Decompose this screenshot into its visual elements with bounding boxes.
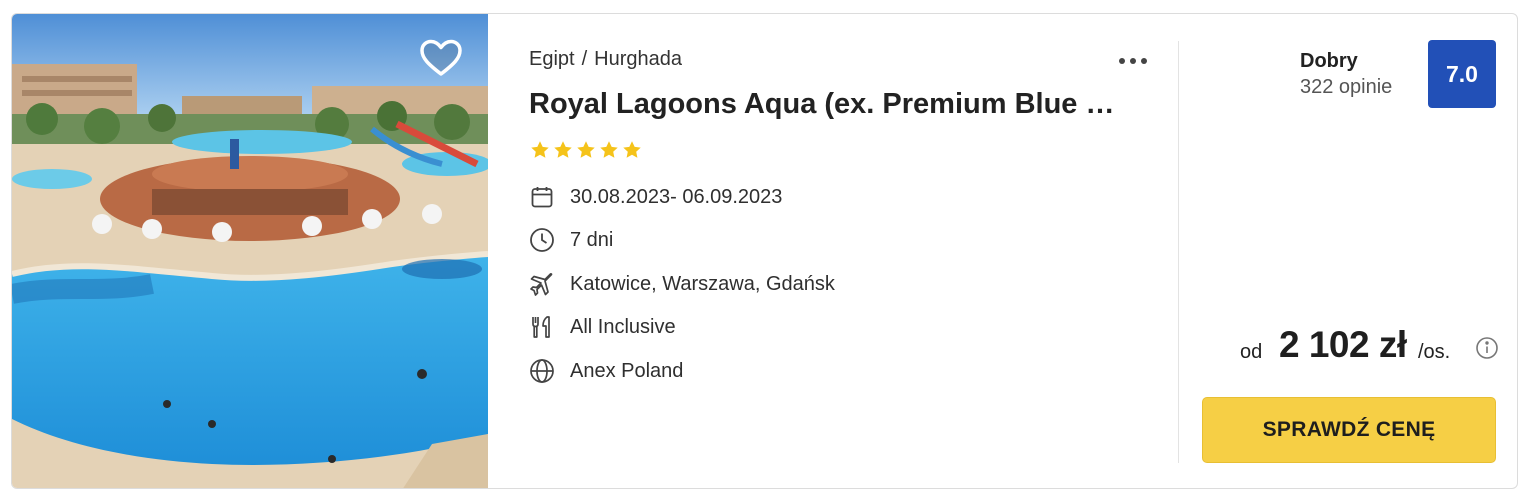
favorite-button[interactable] (418, 38, 464, 78)
info-icon (1476, 337, 1498, 359)
more-dots-icon (1141, 58, 1147, 64)
breadcrumb-city[interactable]: Hurghada (594, 48, 682, 70)
heart-icon (420, 39, 462, 76)
info-row-duration: 7 dni (529, 225, 613, 255)
hotel-photo-image (12, 14, 488, 488)
star-icon (600, 141, 618, 158)
star-icon (554, 141, 572, 158)
reviews-count[interactable]: 322 opinie (1300, 76, 1392, 99)
price-info-button[interactable] (1475, 336, 1499, 360)
more-options-button[interactable] (1115, 48, 1151, 72)
star-icon (623, 141, 641, 158)
info-text-board: All Inclusive (570, 315, 676, 338)
breadcrumb-country[interactable]: Egipt (529, 48, 575, 70)
info-row-board: All Inclusive (529, 312, 676, 342)
rating-score-badge: 7.0 (1428, 40, 1496, 108)
info-row-departure: Katowice, Warszawa, Gdańsk (529, 269, 835, 299)
price-prefix: od (1240, 341, 1263, 363)
plane-icon (529, 271, 555, 297)
info-row-operator: Anex Poland (529, 356, 683, 386)
check-price-button[interactable]: SPRAWDŹ CENĘ (1202, 397, 1496, 463)
info-text-operator: Anex Poland (570, 359, 684, 382)
info-text-dates: 30.08.2023- 06.09.2023 (570, 185, 783, 208)
hotel-stars (529, 139, 643, 161)
star-icon (577, 141, 595, 158)
price-value: 2 102 zł (1279, 324, 1407, 365)
price-unit: /os. (1418, 341, 1451, 363)
hotel-photo[interactable] (12, 14, 488, 488)
offer-details: Egipt / Hurghada Royal Lagoons Aqua (ex. P… (529, 14, 1169, 488)
calendar-icon (529, 184, 555, 210)
column-divider (1178, 41, 1179, 463)
info-text-departure: Katowice, Warszawa, Gdańsk (570, 272, 835, 295)
more-dots-icon (1119, 58, 1125, 64)
breadcrumb-separator: / (581, 48, 588, 70)
cutlery-icon (529, 314, 555, 340)
more-dots-icon (1130, 58, 1136, 64)
rating-label: Dobry (1300, 50, 1358, 72)
globe-icon (529, 358, 555, 384)
offer-card: Egipt / Hurghada Royal Lagoons Aqua (ex. P… (11, 13, 1518, 489)
star-icon (531, 141, 549, 158)
info-text-duration: 7 dni (570, 228, 614, 251)
hotel-name[interactable]: Royal Lagoons Aqua (ex. Premium Blue Lag… (529, 88, 1119, 121)
info-row-dates: 30.08.2023- 06.09.2023 (529, 182, 782, 212)
clock-icon (529, 227, 555, 253)
breadcrumb: Egipt / Hurghada (529, 48, 682, 71)
